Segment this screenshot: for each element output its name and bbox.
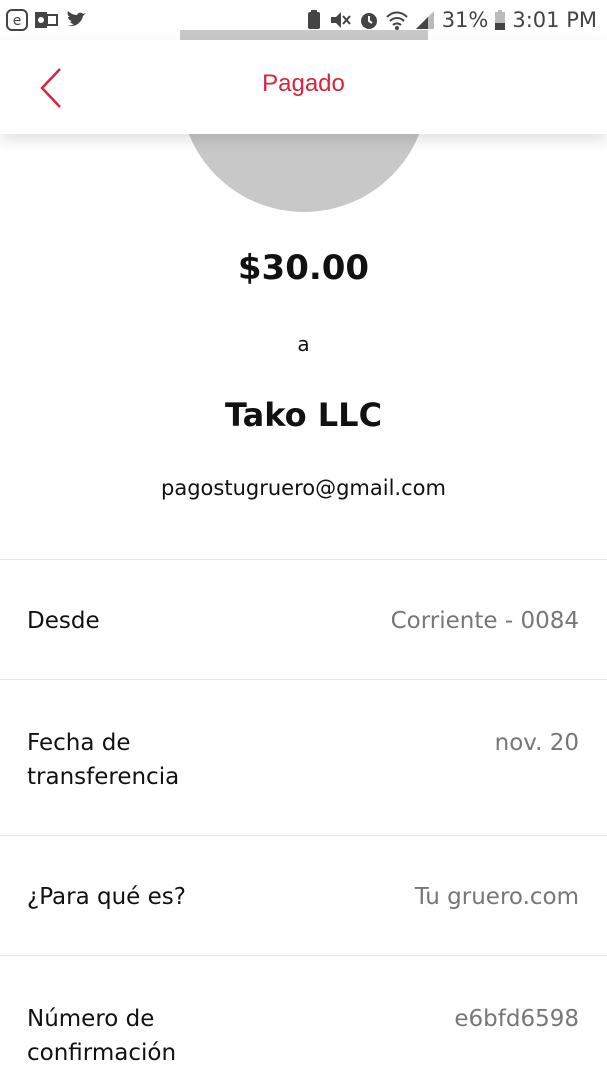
app-header: Pagado (0, 40, 607, 134)
status-bar-right: 31% 3:01 PM (306, 8, 597, 32)
detail-label: ¿Para qué es? (27, 884, 186, 910)
detail-value: e6bfd6598 (454, 1006, 579, 1032)
outlook-icon (34, 9, 58, 31)
recipient-name: Tako LLC (224, 396, 383, 434)
detail-label: Número de confirmación (27, 1006, 177, 1066)
recipient-email: pagostugruero@gmail.com (161, 476, 446, 500)
clock: 3:01 PM (512, 8, 597, 32)
detail-row-transfer-date: Fecha de transferencia nov. 20 (0, 680, 607, 835)
svg-text:e: e (13, 13, 22, 29)
to-label: a (297, 332, 310, 356)
detail-row-confirmation: Número de confirmación e6bfd6598 (0, 956, 607, 1080)
edge-icon: e (6, 9, 28, 31)
battery-icon (494, 9, 506, 31)
payment-amount: $30.00 (237, 248, 370, 288)
detail-row-purpose: ¿Para qué es? Tu gruero.com (0, 836, 607, 955)
wifi-icon (385, 9, 408, 31)
detail-row-from: Desde Corriente - 0084 (0, 560, 607, 679)
detail-label: Desde (27, 608, 100, 634)
signal-icon (414, 9, 436, 31)
battery-percent: 31% (441, 8, 489, 32)
detail-value: Tu gruero.com (414, 884, 579, 910)
twitter-icon (64, 9, 88, 31)
usb-icon (306, 9, 322, 31)
alarm-icon (358, 9, 380, 31)
detail-value: Corriente - 0084 (390, 608, 579, 634)
page-title: Pagado (262, 70, 345, 97)
detail-value: nov. 20 (494, 730, 579, 756)
mute-icon (328, 9, 352, 31)
status-bar-left: e (6, 9, 88, 31)
detail-label: Fecha de transferencia (27, 730, 180, 790)
